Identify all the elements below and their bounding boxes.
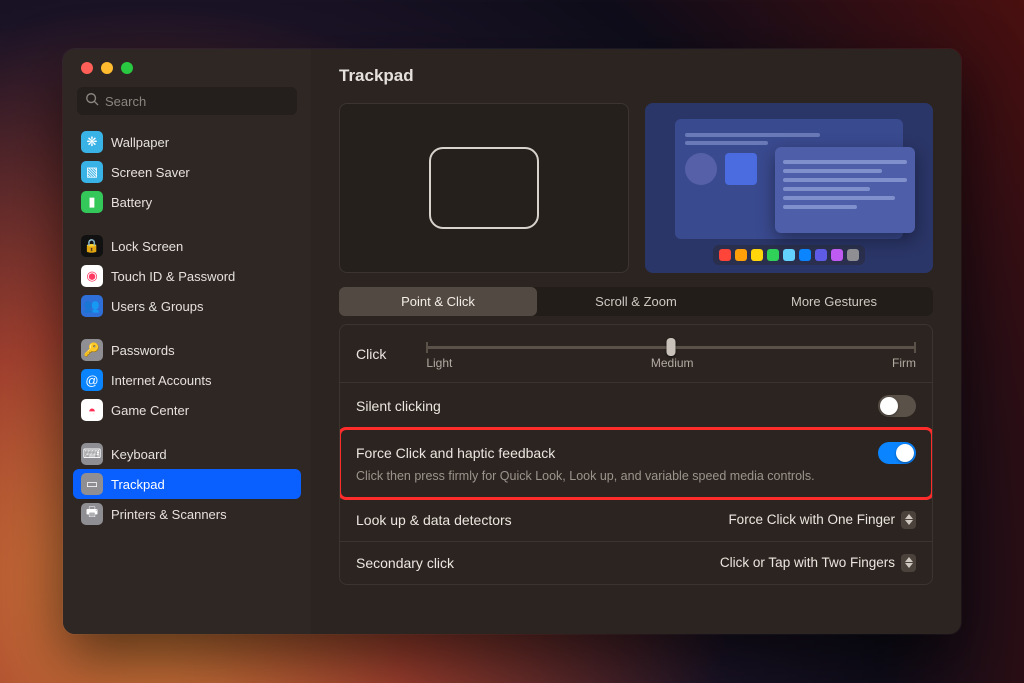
sidebar-item-label: Screen Saver [111,165,190,180]
setting-secondary-click: Secondary click Click or Tap with Two Fi… [340,541,932,584]
touchid-icon: ◉ [81,265,103,287]
settings-list: Click Light Medium Firm [339,324,933,585]
slider-label-firm: Firm [892,356,916,370]
sidebar-item-label: Lock Screen [111,239,183,254]
sidebar-item-internet-accounts[interactable]: @ Internet Accounts [73,365,301,395]
users-groups-icon: 👥 [81,295,103,317]
secondary-click-value: Click or Tap with Two Fingers [720,555,895,570]
click-slider[interactable]: Light Medium Firm [426,337,916,370]
sidebar-nav: ❋ Wallpaper ▧ Screen Saver ▮ Battery 🔒 Lock Scr… [63,123,311,634]
minimize-button[interactable] [101,62,113,74]
system-settings-window: ❋ Wallpaper ▧ Screen Saver ▮ Battery 🔒 Lock Scr… [63,49,961,634]
game-center-icon: ◓ [81,399,103,421]
force-click-toggle[interactable] [878,442,916,464]
setting-lookup: Look up & data detectors Force Click wit… [340,498,932,541]
sidebar-item-label: Passwords [111,343,175,358]
force-click-sub: Click then press firmly for Quick Look, … [356,468,916,486]
trackpad-icon [429,147,539,229]
sidebar-item-label: Battery [111,195,152,210]
preview-row [339,103,933,273]
sidebar-item-label: Wallpaper [111,135,169,150]
sidebar-item-users-groups[interactable]: 👥 Users & Groups [73,291,301,321]
tab-point-click[interactable]: Point & Click [339,287,537,316]
lookup-value: Force Click with One Finger [728,512,895,527]
setting-click: Click Light Medium Firm [340,325,932,382]
sidebar-item-screen-saver[interactable]: ▧ Screen Saver [73,157,301,187]
wallpaper-icon: ❋ [81,131,103,153]
sidebar: ❋ Wallpaper ▧ Screen Saver ▮ Battery 🔒 Lock Scr… [63,49,311,634]
sidebar-item-keyboard[interactable]: ⌨ Keyboard [73,439,301,469]
secondary-click-label: Secondary click [356,555,454,571]
window-controls [63,49,311,87]
sidebar-item-label: Keyboard [111,447,167,462]
search-icon [85,92,99,111]
close-button[interactable] [81,62,93,74]
search-box[interactable] [77,87,297,115]
force-click-label: Force Click and haptic feedback [356,445,555,461]
main-pane: Trackpad Point & ClickScroll & ZoomMore … [311,49,961,634]
sidebar-item-label: Users & Groups [111,299,203,314]
lookup-label: Look up & data detectors [356,512,512,528]
printers-icon: 🖶 [81,503,103,525]
slider-label-light: Light [426,356,452,370]
search-input[interactable] [105,94,289,109]
silent-clicking-label: Silent clicking [356,398,441,414]
sidebar-item-trackpad[interactable]: ▭ Trackpad [73,469,301,499]
sidebar-item-label: Game Center [111,403,189,418]
trackpad-preview [339,103,629,273]
page-title: Trackpad [339,66,414,86]
setting-silent-clicking: Silent clicking [340,382,932,429]
slider-label-medium: Medium [651,356,694,370]
keyboard-icon: ⌨ [81,443,103,465]
click-label: Click [356,346,386,362]
sidebar-item-wallpaper[interactable]: ❋ Wallpaper [73,127,301,157]
internet-accounts-icon: @ [81,369,103,391]
sidebar-item-touch-id-password[interactable]: ◉ Touch ID & Password [73,261,301,291]
sidebar-item-label: Trackpad [111,477,165,492]
screensaver-icon: ▧ [81,161,103,183]
sidebar-item-passwords[interactable]: 🔑 Passwords [73,335,301,365]
tab-scroll-zoom[interactable]: Scroll & Zoom [537,287,735,316]
sidebar-item-game-center[interactable]: ◓ Game Center [73,395,301,425]
slider-thumb[interactable] [667,338,676,356]
sidebar-item-label: Internet Accounts [111,373,211,388]
updown-icon [901,554,916,572]
tabs: Point & ClickScroll & ZoomMore Gestures [339,287,933,316]
sidebar-item-battery[interactable]: ▮ Battery [73,187,301,217]
tab-more-gestures[interactable]: More Gestures [735,287,933,316]
trackpad-icon: ▭ [81,473,103,495]
sidebar-item-label: Touch ID & Password [111,269,235,284]
silent-clicking-toggle[interactable] [878,395,916,417]
sidebar-item-label: Printers & Scanners [111,507,227,522]
lock-screen-icon: 🔒 [81,235,103,257]
secondary-click-dropdown[interactable]: Click or Tap with Two Fingers [720,554,916,572]
lookup-dropdown[interactable]: Force Click with One Finger [728,511,916,529]
passwords-icon: 🔑 [81,339,103,361]
sidebar-item-printers-scanners[interactable]: 🖶 Printers & Scanners [73,499,301,529]
setting-force-click: Force Click and haptic feedback Click th… [340,429,932,498]
battery-icon: ▮ [81,191,103,213]
sidebar-item-lock-screen[interactable]: 🔒 Lock Screen [73,231,301,261]
desktop-preview [645,103,933,273]
updown-icon [901,511,916,529]
fullscreen-button[interactable] [121,62,133,74]
